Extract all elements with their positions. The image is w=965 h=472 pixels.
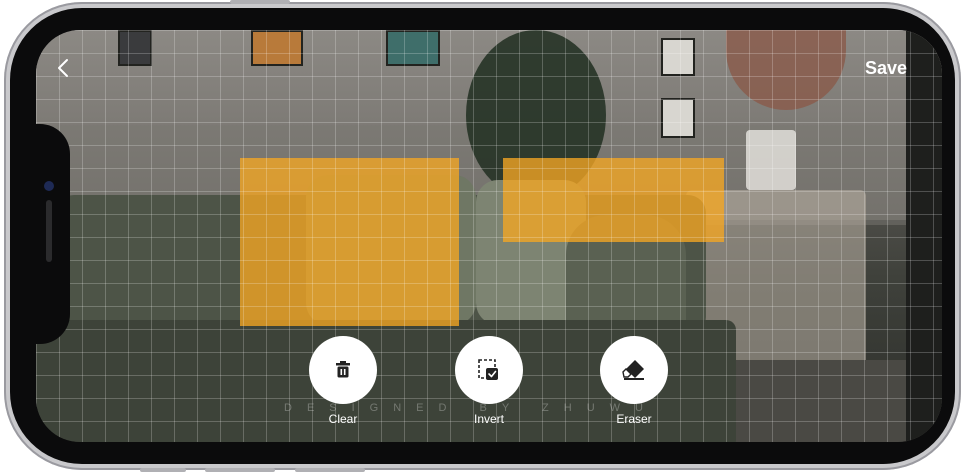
eraser-label: Eraser xyxy=(616,412,652,426)
chevron-left-icon xyxy=(58,59,68,77)
clear-button[interactable] xyxy=(309,336,377,404)
invert-tool[interactable]: Invert xyxy=(449,336,529,428)
invert-label: Invert xyxy=(473,412,504,426)
invert-button[interactable] xyxy=(455,336,523,404)
top-bar: Save xyxy=(36,30,942,100)
editor-canvas[interactable]: DESIGNED BY ZHUWU Save Clear Invert Eras… xyxy=(36,30,942,442)
back-button[interactable] xyxy=(52,56,76,80)
speaker-grille xyxy=(46,200,52,262)
side-button xyxy=(205,468,275,472)
invert-selection-icon xyxy=(478,359,498,380)
trash-icon xyxy=(336,361,350,378)
clear-label: Clear xyxy=(328,412,358,426)
eraser-icon xyxy=(622,360,644,380)
save-button[interactable]: Save xyxy=(856,58,916,82)
side-button xyxy=(230,0,290,4)
side-button xyxy=(295,468,365,472)
eraser-button[interactable] xyxy=(600,336,668,404)
clear-tool[interactable]: Clear xyxy=(303,336,383,428)
side-button xyxy=(140,468,186,472)
front-camera xyxy=(44,181,54,191)
eraser-tool[interactable]: Eraser xyxy=(594,336,674,428)
